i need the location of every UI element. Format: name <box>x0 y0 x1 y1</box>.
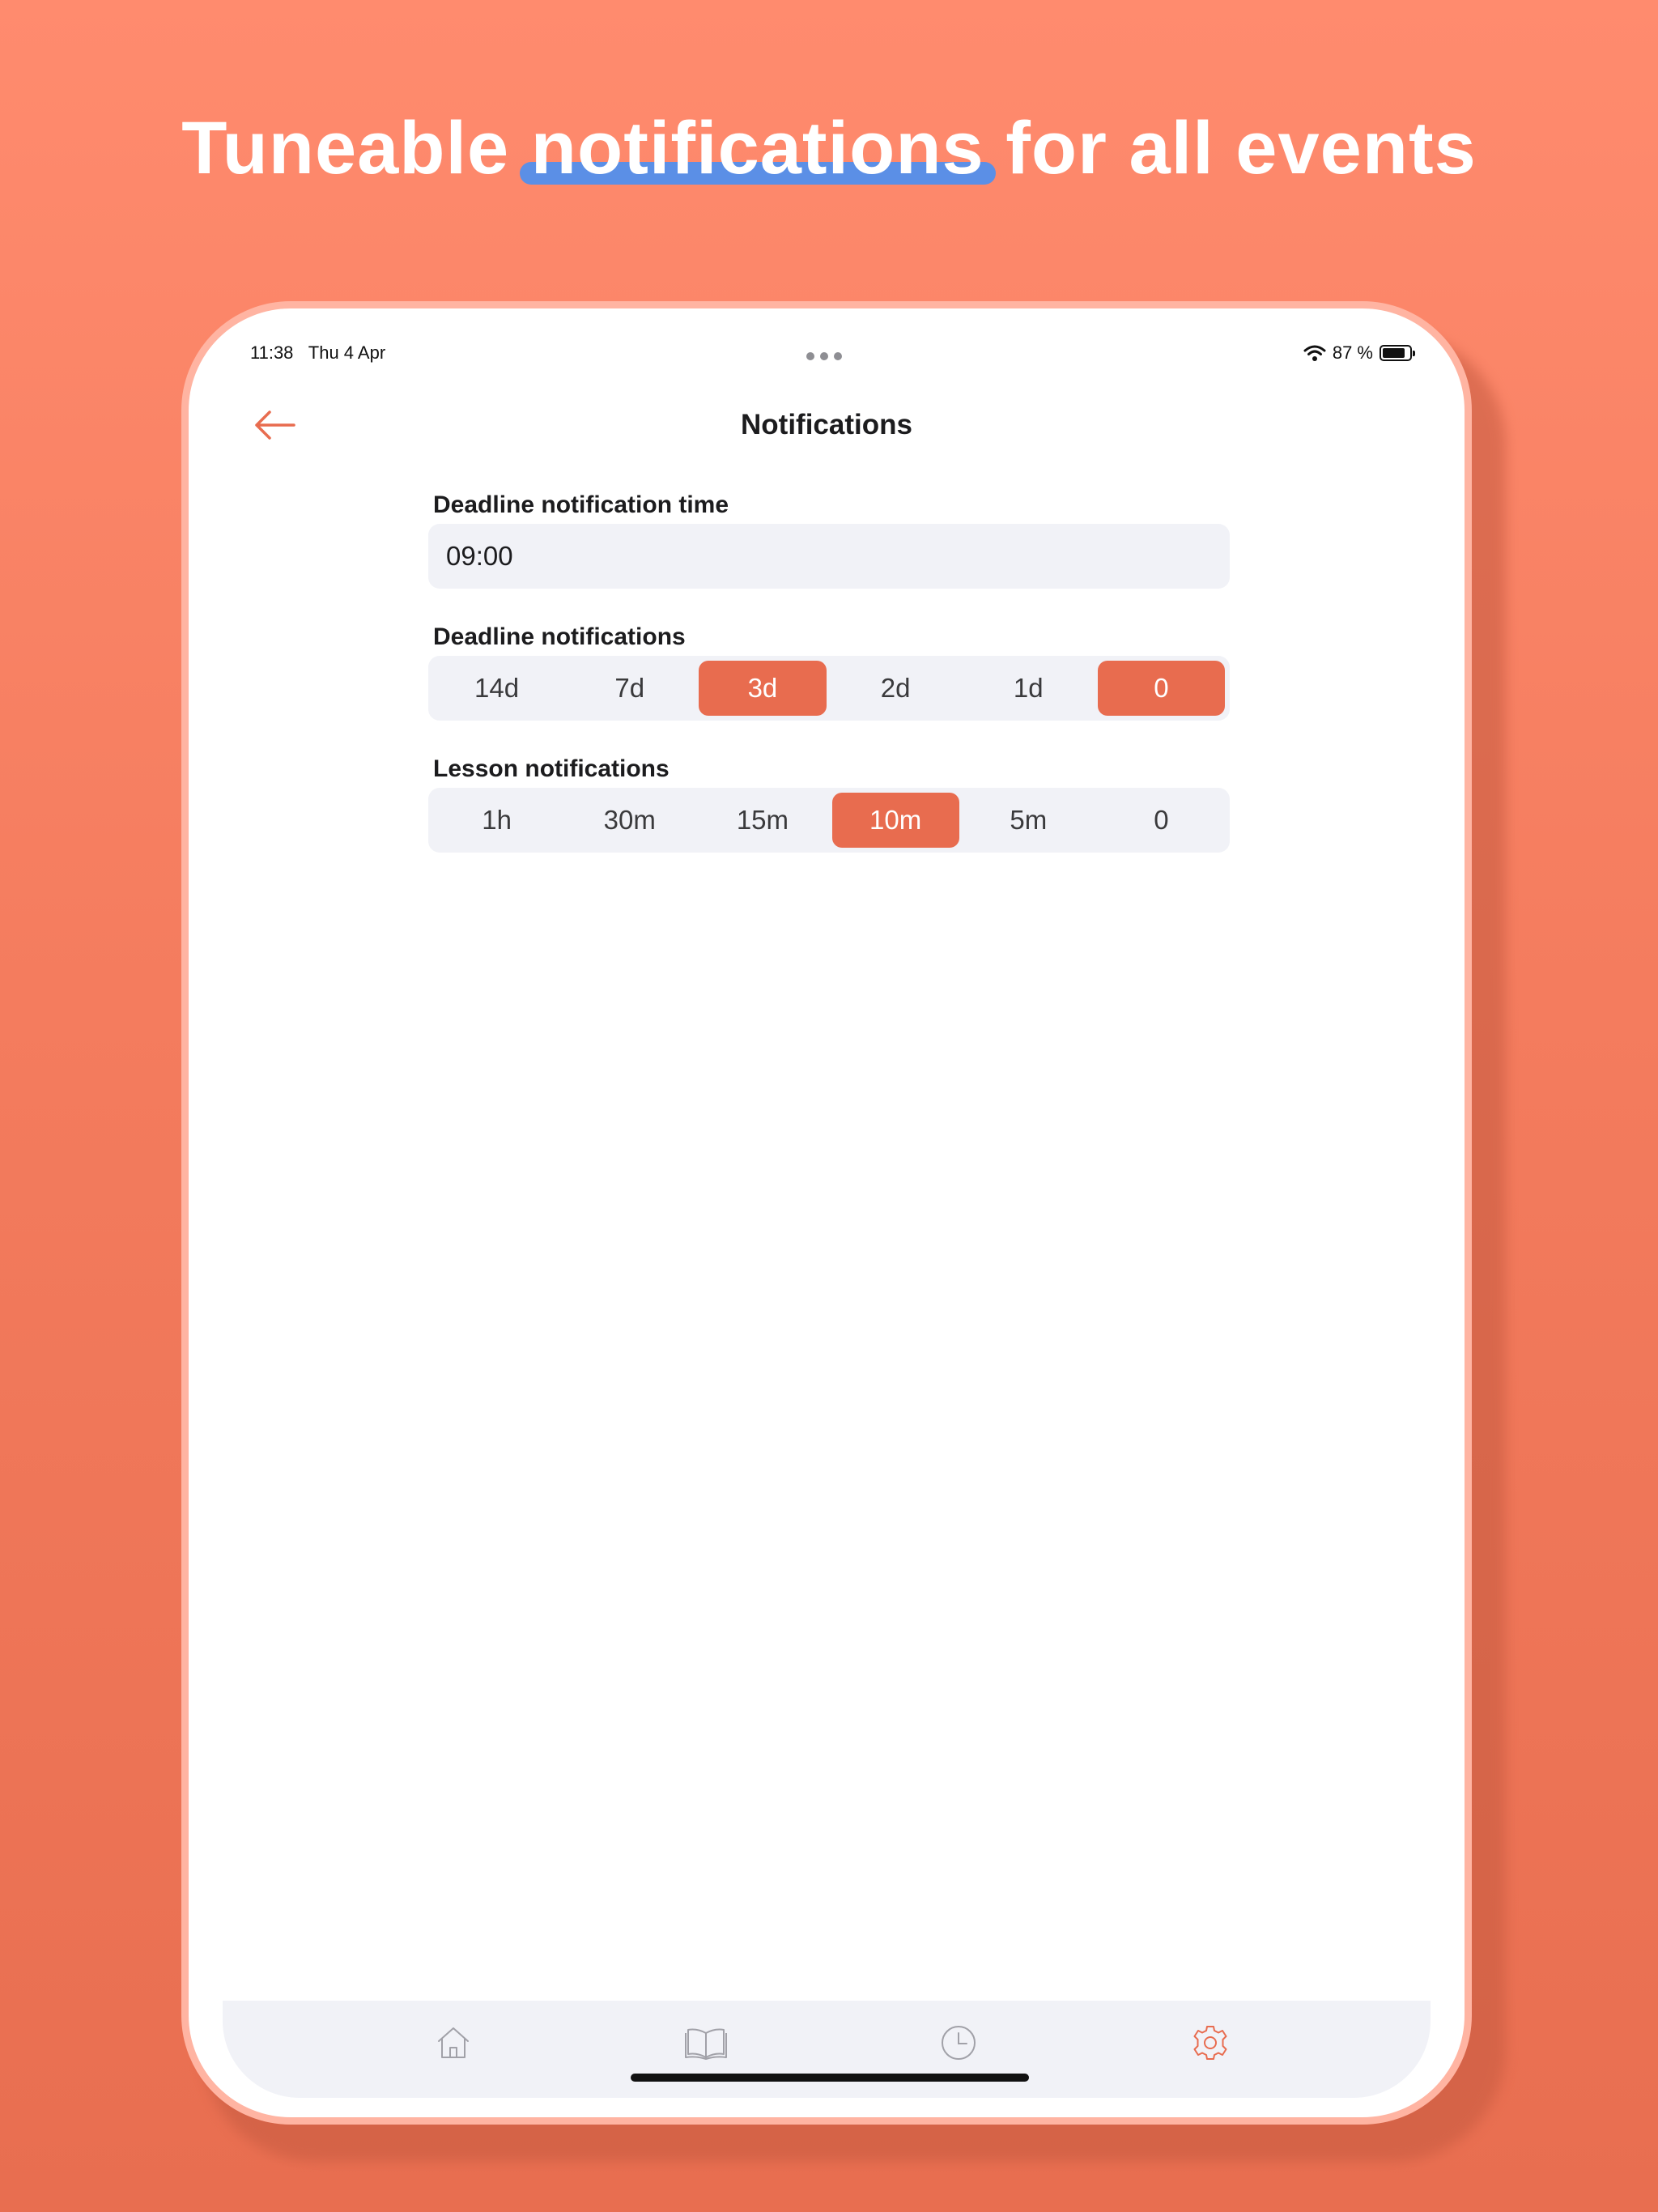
book-icon <box>685 2028 727 2060</box>
status-right: 87 % <box>1303 341 1415 365</box>
home-indicator <box>631 2074 1029 2082</box>
headline-text-before: Tuneable <box>181 107 510 189</box>
page-title: Notifications <box>741 409 912 440</box>
deadline-option[interactable]: 2d <box>832 661 959 716</box>
lesson-option[interactable]: 5m <box>965 793 1092 848</box>
deadline-option-selected[interactable]: 3d <box>699 661 827 716</box>
lesson-option-selected[interactable]: 10m <box>831 793 959 848</box>
wifi-icon <box>1303 345 1326 361</box>
battery-icon <box>1380 345 1415 361</box>
home-icon <box>438 2027 469 2058</box>
status-date: Thu 4 Apr <box>308 342 386 363</box>
lesson-option[interactable]: 0 <box>1098 793 1225 848</box>
deadline-notifications-label: Deadline notifications <box>433 623 686 650</box>
tab-settings[interactable] <box>1186 2018 1235 2067</box>
deadline-option[interactable]: 7d <box>566 661 693 716</box>
tab-bar <box>223 2001 1431 2098</box>
battery-percent: 87 % <box>1332 342 1373 363</box>
deadline-option[interactable]: 1d <box>965 661 1092 716</box>
lesson-option[interactable]: 1h <box>433 793 560 848</box>
status-clock: 11:38 <box>250 342 294 363</box>
headline-highlight: notifications <box>519 96 996 201</box>
deadline-option-selected[interactable]: 0 <box>1097 661 1226 716</box>
lesson-notifications-label: Lesson notifications <box>433 755 670 782</box>
lesson-option[interactable]: 30m <box>566 793 693 848</box>
headline: Tuneable notifications for all events <box>0 96 1658 201</box>
headline-text-after: for all events <box>1005 107 1477 189</box>
lesson-option[interactable]: 15m <box>699 793 826 848</box>
deadline-time-field[interactable]: 09:00 <box>428 524 1230 589</box>
multitasking-dots-icon[interactable] <box>806 352 842 360</box>
tab-schedule[interactable] <box>934 2018 983 2067</box>
status-time: 11:38 Thu 4 Apr <box>250 341 385 365</box>
clock-icon <box>942 2026 976 2060</box>
tab-home[interactable] <box>429 2018 478 2067</box>
gear-icon <box>1193 2026 1227 2060</box>
lesson-notifications-selector: 1h 30m 15m 10m 5m 0 <box>428 788 1230 853</box>
deadline-option[interactable]: 14d <box>433 661 560 716</box>
tab-book[interactable] <box>682 2018 730 2067</box>
deadline-time-label: Deadline notification time <box>433 491 729 518</box>
status-bar: 11:38 Thu 4 Apr 87 % <box>189 341 1465 365</box>
deadline-notifications-selector: 14d 7d 3d 2d 1d 0 <box>428 656 1230 721</box>
tablet-frame: 11:38 Thu 4 Apr 87 % Notifications Deadl… <box>181 301 1472 2125</box>
headline-highlight-text: notifications <box>530 107 984 189</box>
